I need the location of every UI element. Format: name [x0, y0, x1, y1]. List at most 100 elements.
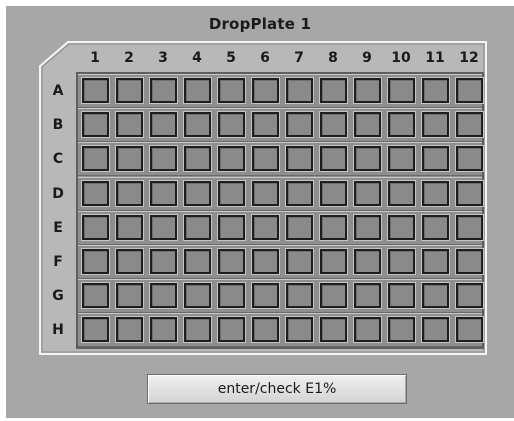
well-E1[interactable] [82, 214, 109, 240]
row-label: A [52, 83, 64, 99]
well-D12[interactable] [456, 180, 483, 206]
well-B10[interactable] [388, 112, 415, 138]
well-G10[interactable] [388, 283, 415, 309]
well-H8[interactable] [320, 317, 347, 343]
well-H3[interactable] [150, 317, 177, 343]
well-D1[interactable] [82, 180, 109, 206]
well-B1[interactable] [82, 112, 109, 138]
well-H5[interactable] [218, 317, 245, 343]
well-B9[interactable] [354, 112, 381, 138]
well-B12[interactable] [456, 112, 483, 138]
well-G4[interactable] [184, 283, 211, 309]
well-G6[interactable] [252, 283, 279, 309]
well-F2[interactable] [116, 249, 143, 274]
well-H11[interactable] [422, 317, 449, 343]
well-A5[interactable] [218, 78, 245, 103]
well-A8[interactable] [320, 78, 347, 103]
well-B5[interactable] [218, 112, 245, 138]
well-C5[interactable] [218, 146, 245, 172]
well-B11[interactable] [422, 112, 449, 138]
well-D11[interactable] [422, 180, 449, 206]
well-F1[interactable] [82, 249, 109, 274]
well-G9[interactable] [354, 283, 381, 309]
well-G3[interactable] [150, 283, 177, 309]
well-F11[interactable] [422, 249, 449, 274]
well-A12[interactable] [456, 78, 483, 103]
well-A9[interactable] [354, 78, 381, 103]
well-D2[interactable] [116, 180, 143, 206]
well-F9[interactable] [354, 249, 381, 274]
well-F8[interactable] [320, 249, 347, 274]
well-E10[interactable] [388, 214, 415, 240]
well-C8[interactable] [320, 146, 347, 172]
well-G1[interactable] [82, 283, 109, 309]
well-A11[interactable] [422, 78, 449, 103]
well-C6[interactable] [252, 146, 279, 172]
well-A4[interactable] [184, 78, 211, 103]
well-H4[interactable] [184, 317, 211, 343]
well-C1[interactable] [82, 146, 109, 172]
row-label: H [52, 322, 64, 339]
well-H1[interactable] [82, 317, 109, 343]
well-E6[interactable] [252, 214, 279, 240]
well-G8[interactable] [320, 283, 347, 309]
well-E5[interactable] [218, 214, 245, 240]
well-H6[interactable] [252, 317, 279, 343]
well-F6[interactable] [252, 249, 279, 274]
well-C12[interactable] [456, 146, 483, 172]
well-C4[interactable] [184, 146, 211, 172]
well-F10[interactable] [388, 249, 415, 274]
well-G2[interactable] [116, 283, 143, 309]
well-D10[interactable] [388, 180, 415, 206]
well-G7[interactable] [286, 283, 313, 309]
well-D5[interactable] [218, 180, 245, 206]
well-F7[interactable] [286, 249, 313, 274]
well-D8[interactable] [320, 180, 347, 206]
well-B6[interactable] [252, 112, 279, 138]
well-C2[interactable] [116, 146, 143, 172]
column-label: 2 [124, 50, 134, 66]
well-D6[interactable] [252, 180, 279, 206]
well-D3[interactable] [150, 180, 177, 206]
well-E8[interactable] [320, 214, 347, 240]
well-H7[interactable] [286, 317, 313, 343]
enter-check-e1-button[interactable]: enter/check E1% [147, 374, 407, 404]
well-D4[interactable] [184, 180, 211, 206]
well-C3[interactable] [150, 146, 177, 172]
well-A2[interactable] [116, 78, 143, 103]
well-E9[interactable] [354, 214, 381, 240]
well-C10[interactable] [388, 146, 415, 172]
well-E2[interactable] [116, 214, 143, 240]
well-F4[interactable] [184, 249, 211, 274]
well-H10[interactable] [388, 317, 415, 343]
well-B2[interactable] [116, 112, 143, 138]
well-C7[interactable] [286, 146, 313, 172]
well-B4[interactable] [184, 112, 211, 138]
well-F3[interactable] [150, 249, 177, 274]
well-C9[interactable] [354, 146, 381, 172]
well-G5[interactable] [218, 283, 245, 309]
well-H12[interactable] [456, 317, 483, 343]
well-A1[interactable] [82, 78, 109, 103]
well-A6[interactable] [252, 78, 279, 103]
well-D9[interactable] [354, 180, 381, 206]
well-G11[interactable] [422, 283, 449, 309]
well-E3[interactable] [150, 214, 177, 240]
well-B3[interactable] [150, 112, 177, 138]
well-E11[interactable] [422, 214, 449, 240]
well-A7[interactable] [286, 78, 313, 103]
well-A10[interactable] [388, 78, 415, 103]
well-A3[interactable] [150, 78, 177, 103]
well-H9[interactable] [354, 317, 381, 343]
well-F5[interactable] [218, 249, 245, 274]
well-C11[interactable] [422, 146, 449, 172]
well-H2[interactable] [116, 317, 143, 343]
well-E7[interactable] [286, 214, 313, 240]
well-G12[interactable] [456, 283, 483, 309]
well-E12[interactable] [456, 214, 483, 240]
well-B8[interactable] [320, 112, 347, 138]
well-F12[interactable] [456, 249, 483, 274]
well-B7[interactable] [286, 112, 313, 138]
well-E4[interactable] [184, 214, 211, 240]
well-D7[interactable] [286, 180, 313, 206]
